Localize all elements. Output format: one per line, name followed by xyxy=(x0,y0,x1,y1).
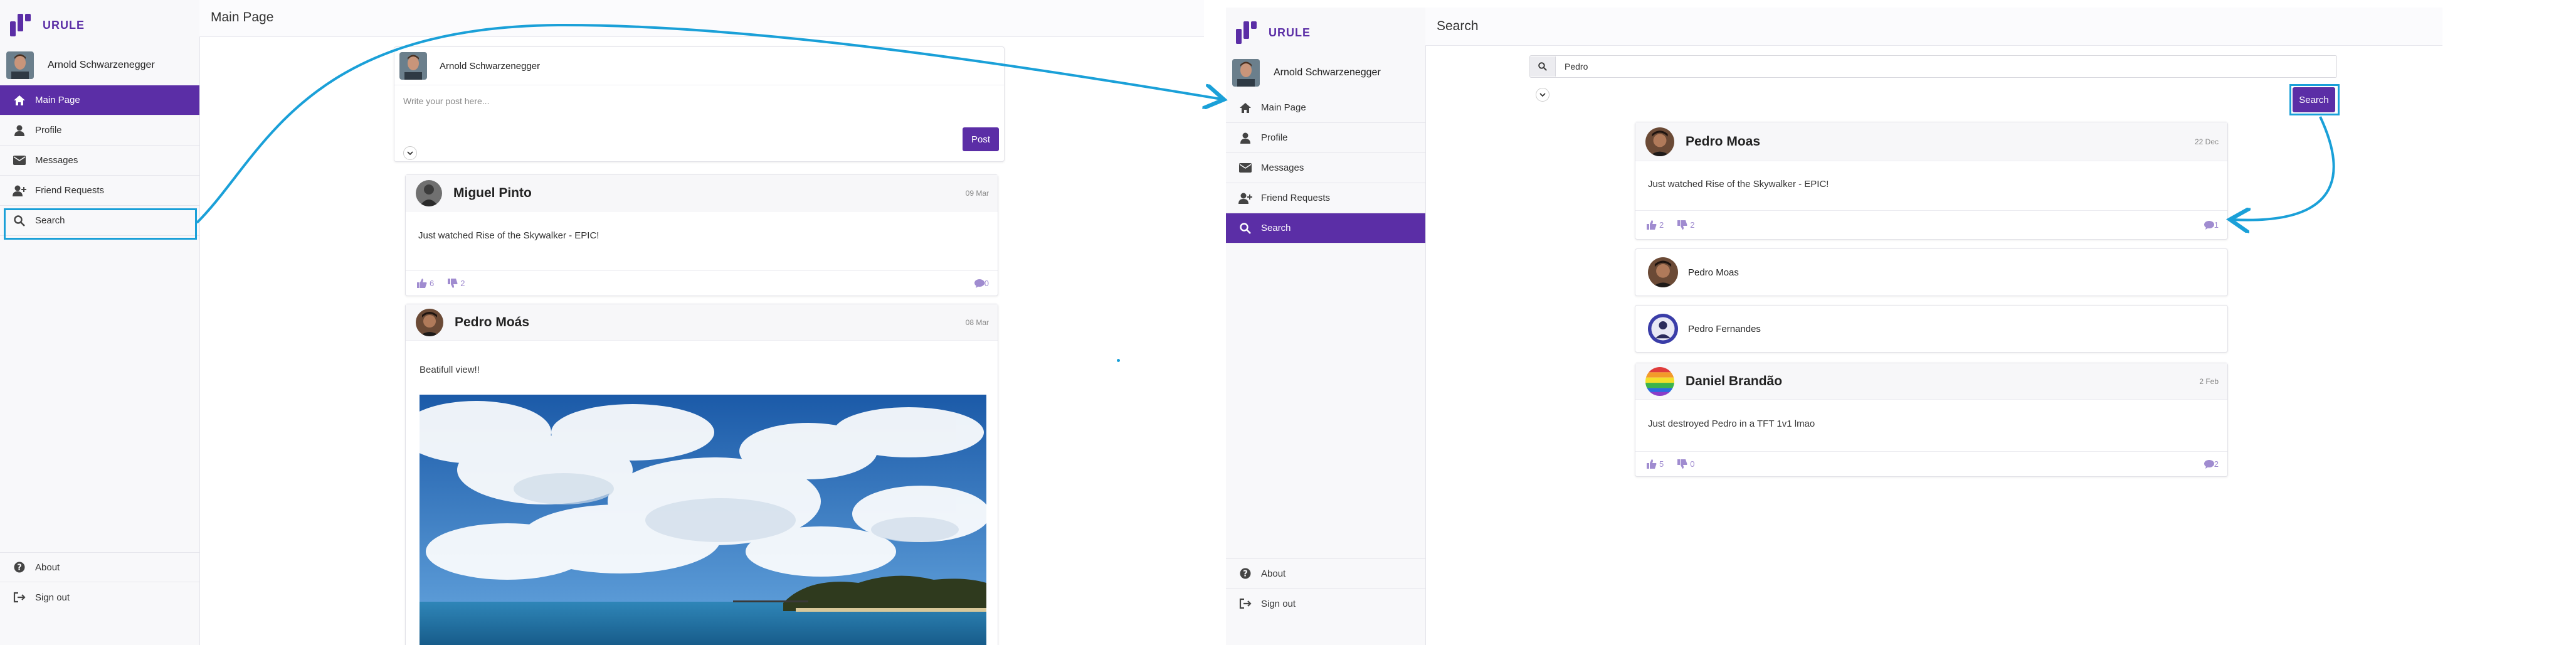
arrow-search-to-search-page xyxy=(196,23,1222,224)
arrow-button-to-results xyxy=(2232,116,2335,220)
annotation-arrows xyxy=(196,23,2335,645)
